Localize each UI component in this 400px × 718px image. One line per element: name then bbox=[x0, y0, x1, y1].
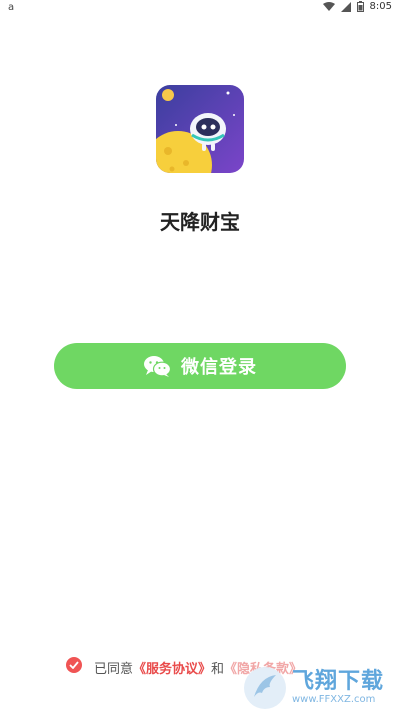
app-name: 天降财宝 bbox=[160, 210, 240, 234]
agree-checkbox[interactable] bbox=[66, 657, 82, 673]
battery-icon bbox=[356, 1, 364, 12]
wechat-login-button[interactable]: 微信登录 bbox=[54, 343, 346, 389]
watermark-logo-icon bbox=[244, 667, 286, 709]
robot-on-moon-icon bbox=[156, 85, 244, 173]
notification-icon: a bbox=[8, 2, 15, 13]
agree-prefix: 已同意 bbox=[94, 662, 134, 677]
signal-icon bbox=[340, 1, 351, 12]
wechat-icon bbox=[144, 356, 171, 377]
wechat-login-label: 微信登录 bbox=[181, 357, 257, 378]
status-icons: 8:05 bbox=[322, 1, 392, 12]
watermark-url: www.FFXXZ.com bbox=[292, 694, 376, 705]
clock: 8:05 bbox=[369, 1, 392, 12]
watermark: 飞翔下载 www.FFXXZ.com bbox=[242, 662, 392, 714]
service-agreement-link[interactable]: 《服务协议》 bbox=[133, 662, 211, 677]
watermark-brand: 飞翔下载 bbox=[292, 669, 385, 694]
wifi-icon bbox=[322, 1, 335, 11]
agree-and: 和 bbox=[211, 662, 225, 677]
status-bar: a 8:05 bbox=[0, 0, 400, 14]
check-icon bbox=[69, 661, 79, 669]
